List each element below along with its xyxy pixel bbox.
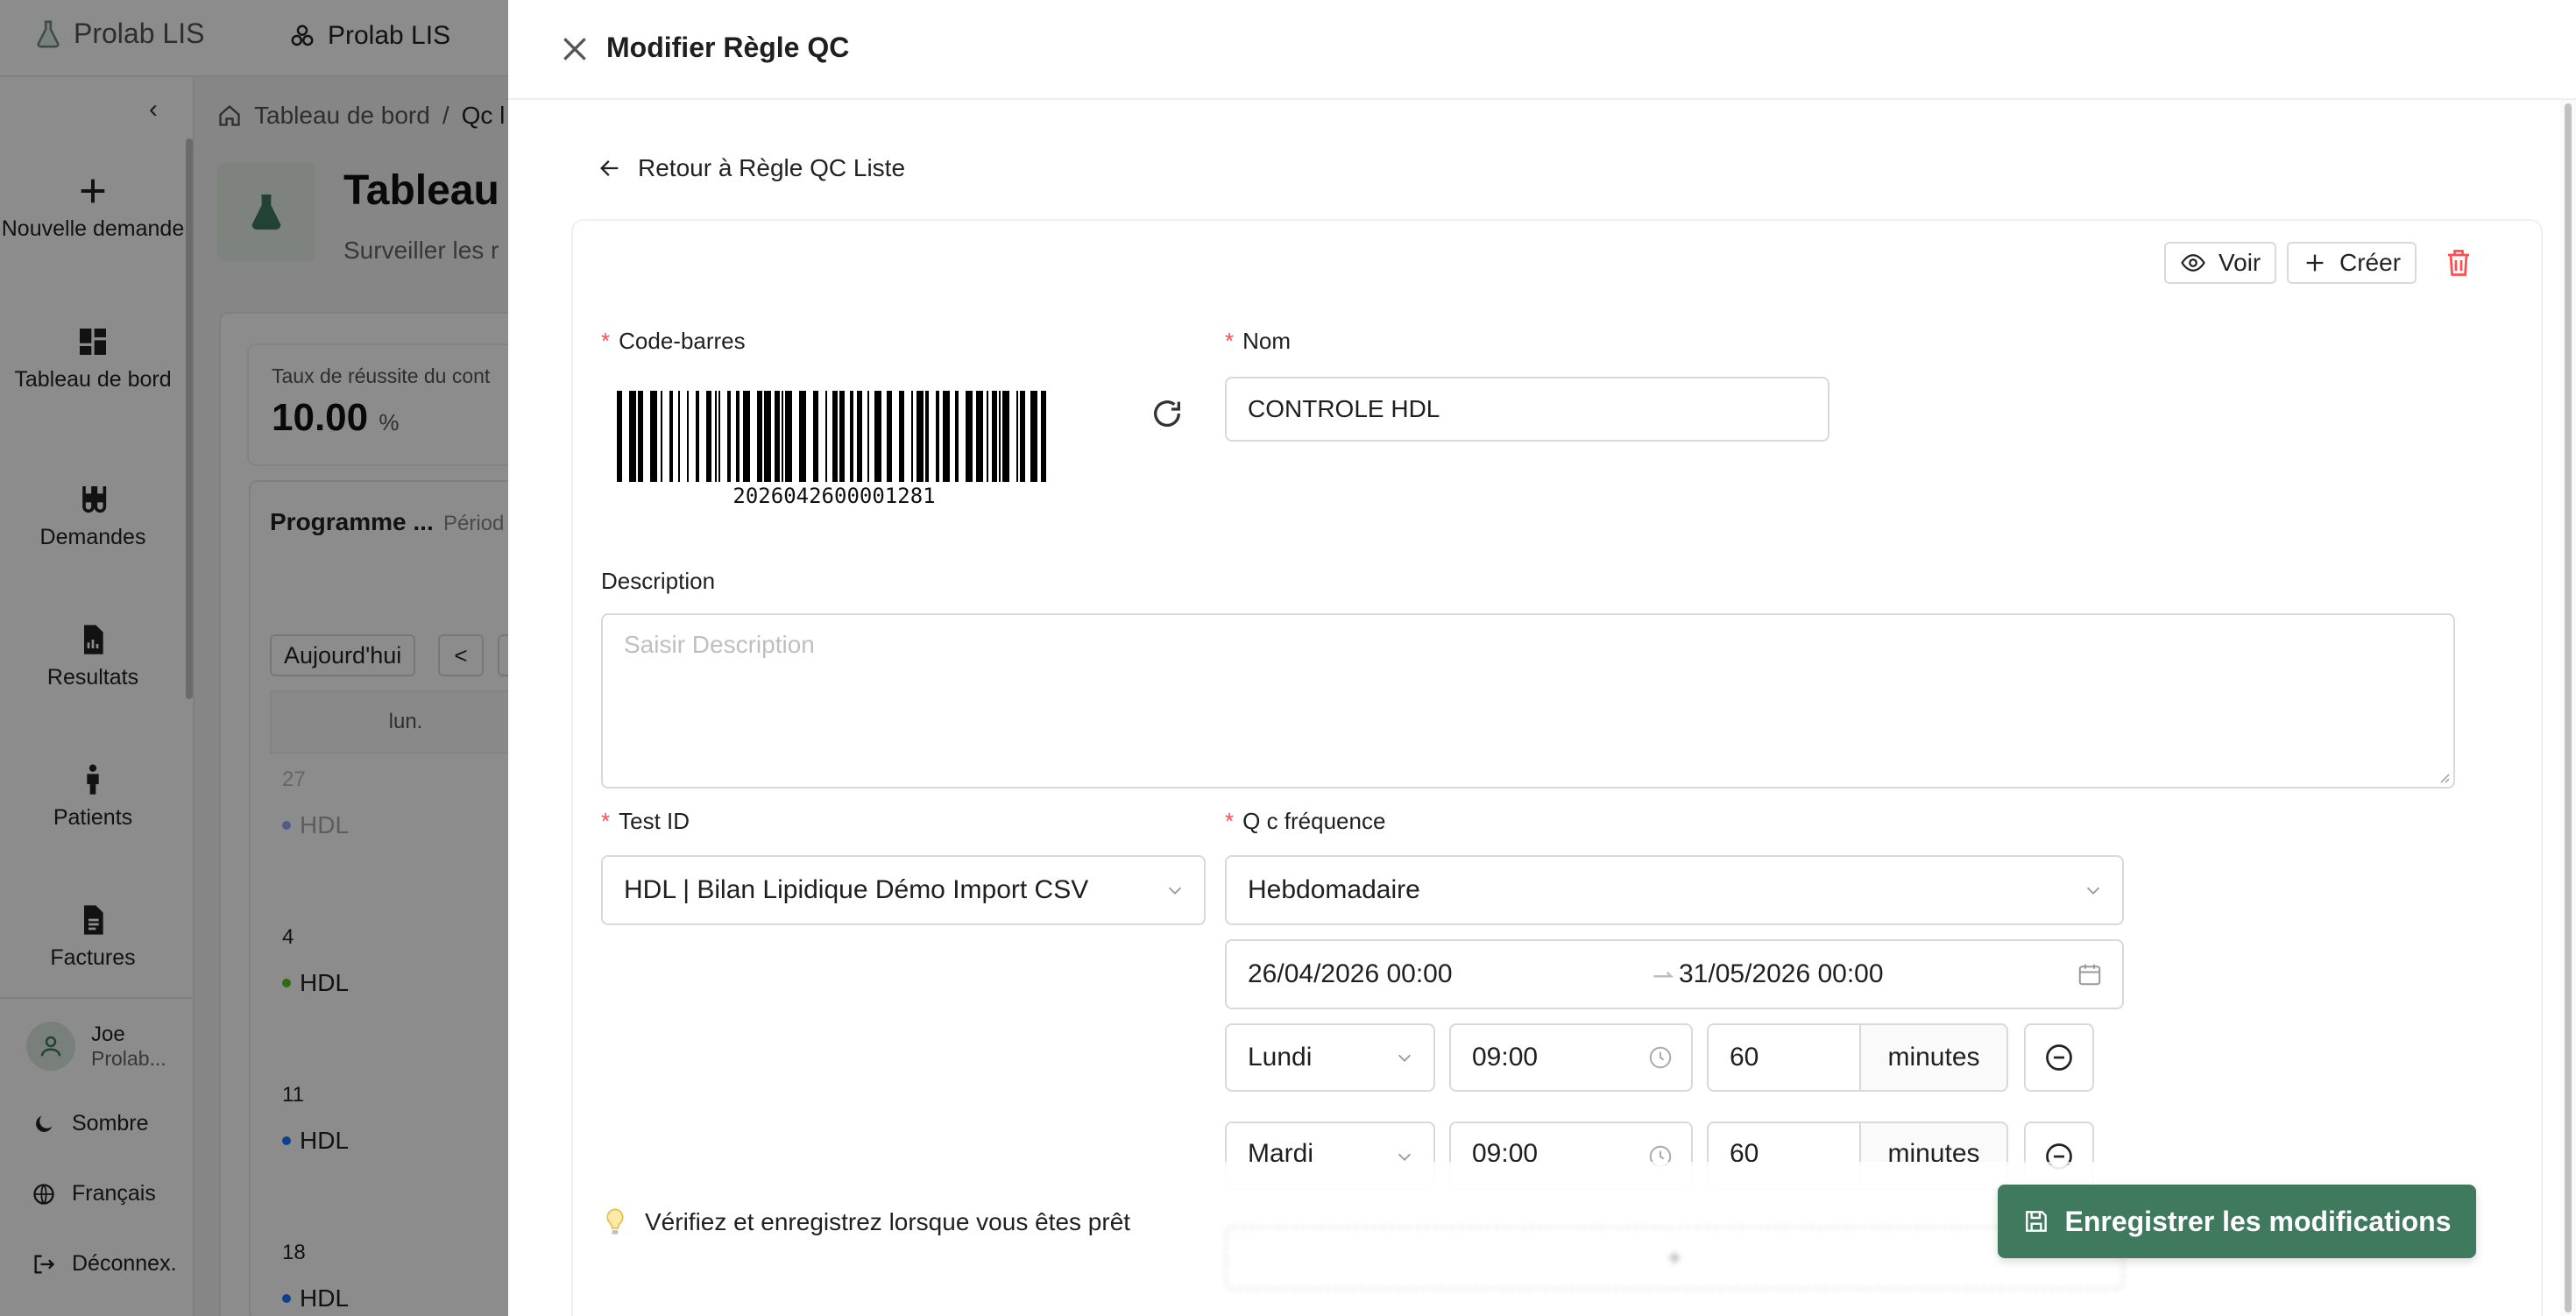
range-end[interactable]: 31/05/2026 00:00 [1679, 959, 1884, 989]
required-mark: * [601, 808, 611, 834]
view-button[interactable]: Voir [2164, 242, 2277, 284]
test-id-select[interactable]: HDL | Bilan Lipidique Démo Import CSV [601, 855, 1206, 925]
schedule-time-value: 09:00 [1472, 1043, 1539, 1072]
plus-icon [2306, 254, 2324, 272]
arrow-left-icon [600, 160, 619, 176]
create-label: Créer [2339, 249, 2402, 276]
delete-icon[interactable] [2443, 247, 2474, 279]
description-placeholder: Saisir Description [624, 631, 815, 658]
description-textarea[interactable]: Saisir Description [601, 613, 2455, 789]
frequency-value: Hebdomadaire [1248, 875, 1420, 904]
back-label: Retour à Règle QC Liste [638, 154, 906, 181]
duration-unit-addon: minutes [1859, 1023, 2008, 1092]
arrow-right-icon [1653, 971, 1674, 978]
schedule-duration-input[interactable]: 60 [1707, 1023, 1861, 1092]
save-label: Enregistrer les modifications [2064, 1205, 2452, 1237]
eye-icon [2181, 254, 2205, 272]
save-hint: Vérifiez et enregistrez lorsque vous ête… [603, 1207, 1130, 1237]
clock-icon [1649, 1046, 1672, 1069]
test-id-label-text: Test ID [619, 808, 690, 834]
save-icon [2026, 1211, 2048, 1232]
view-label: Voir [2219, 249, 2261, 276]
chevron-down-icon [1398, 1054, 1412, 1062]
drawer-header: Modifier Règle QC [508, 0, 2576, 100]
modal-mask[interactable] [0, 0, 508, 1316]
chevron-down-icon [2086, 887, 2100, 895]
lightbulb-icon [606, 1208, 624, 1235]
save-hint-text: Vérifiez et enregistrez lorsque vous ête… [645, 1208, 1131, 1235]
range-start[interactable]: 26/04/2026 00:00 [1248, 959, 1453, 989]
drawer-scrollbar[interactable] [2560, 100, 2576, 1316]
required-mark: * [1225, 328, 1235, 354]
description-label: Description [601, 568, 716, 594]
name-input[interactable]: CONTROLE HDL [1225, 377, 1829, 442]
refresh-icon[interactable] [1150, 396, 1185, 431]
name-label-text: Nom [1242, 328, 1292, 354]
scrollbar-thumb[interactable] [2565, 103, 2572, 1312]
chevron-down-icon [1168, 887, 1182, 895]
minus-circle-icon [2046, 1044, 2072, 1071]
add-schedule-button[interactable]: + [1225, 1227, 2124, 1290]
required-mark: * [1225, 808, 1235, 834]
frequency-label: * Q c fréquence [1225, 808, 1385, 835]
back-to-list-link[interactable]: Retour à Règle QC Liste [598, 154, 905, 182]
barcode-number: 2026042600001281 [732, 484, 936, 508]
barcode-label-text: Code-barres [619, 328, 746, 354]
schedule-day-value: Lundi [1248, 1043, 1313, 1072]
date-range-picker[interactable]: 26/04/2026 00:00 31/05/2026 00:00 [1225, 939, 2124, 1009]
calendar-icon [2078, 964, 2101, 986]
test-id-label: * Test ID [601, 808, 690, 835]
drawer-title: Modifier Règle QC [606, 32, 850, 63]
name-label: * Nom [1225, 328, 1291, 355]
frequency-select[interactable]: Hebdomadaire [1225, 855, 2124, 925]
create-button[interactable]: Créer [2287, 242, 2417, 284]
schedule-time-picker[interactable]: 09:00 [1449, 1023, 1693, 1092]
resize-grip-icon[interactable] [2436, 769, 2450, 783]
close-icon[interactable] [557, 32, 592, 67]
barcode-image [617, 391, 1046, 482]
barcode-label: * Code-barres [601, 328, 746, 355]
schedule-day-select[interactable]: Lundi [1225, 1023, 1435, 1092]
edit-qc-rule-drawer: Modifier Règle QC Retour à Règle QC List… [508, 0, 2576, 1316]
test-id-value: HDL | Bilan Lipidique Démo Import CSV [624, 875, 1089, 904]
remove-schedule-button[interactable] [2024, 1023, 2094, 1092]
save-changes-button[interactable]: Enregistrer les modifications [1998, 1185, 2476, 1258]
frequency-label-text: Q c fréquence [1242, 808, 1386, 834]
required-mark: * [601, 328, 611, 354]
